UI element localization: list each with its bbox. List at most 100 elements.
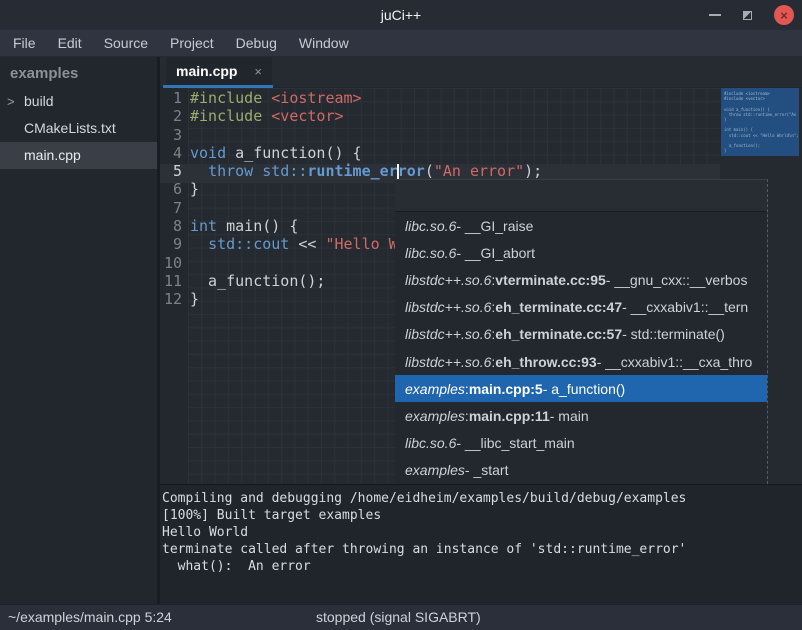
restore-icon[interactable]: [743, 11, 752, 20]
code-segment: [253, 162, 262, 180]
code-segment: throw: [208, 162, 253, 180]
tab-close-icon[interactable]: ×: [254, 64, 262, 79]
title-bar[interactable]: juCi++ ×: [0, 0, 802, 30]
line-number: 10: [160, 254, 186, 272]
code-line-4[interactable]: 4void a_function() {: [160, 144, 802, 162]
code-text: std::cout << "Hello W: [186, 235, 398, 253]
backtrace-item[interactable]: libc.so.6 - __GI_raise: [395, 212, 767, 239]
terminal-line: what(): An error: [162, 558, 802, 575]
backtrace-item[interactable]: examples:main.cpp:11 - main: [395, 402, 767, 429]
menu-item-source[interactable]: Source: [101, 33, 151, 53]
terminal-line: terminate called after throwing an insta…: [162, 541, 802, 558]
sidebar-item-build[interactable]: > build: [0, 88, 157, 115]
code-line-1[interactable]: 1#include <iostream>: [160, 89, 802, 107]
terminal-output: Compiling and debugging /home/eidheim/ex…: [160, 484, 802, 604]
backtrace-item[interactable]: libstdc++.so.6:eh_terminate.cc:47 - __cx…: [395, 294, 767, 321]
menu-item-debug[interactable]: Debug: [233, 33, 280, 53]
line-number: 5: [160, 162, 186, 180]
source-location: vterminate.cc:95: [495, 272, 606, 288]
line-number: 8: [160, 217, 186, 235]
menu-item-edit[interactable]: Edit: [55, 33, 85, 53]
code-segment: a_function();: [190, 272, 325, 290]
library-name: libstdc++.so.6: [405, 326, 491, 342]
code-segment: <<: [289, 235, 325, 253]
debugger-status: stopped (signal SIGABRT): [316, 609, 481, 625]
preview-line: throw std::runtime_error("An error");: [724, 112, 799, 117]
code-line-5[interactable]: 5 throw std::runtime_error("An error");: [160, 162, 802, 180]
code-text: #include <vector>: [186, 107, 344, 125]
backtrace-item[interactable]: libc.so.6 - __GI_abort: [395, 239, 767, 266]
code-text: throw std::runtime_error("An error");: [186, 162, 542, 180]
sidebar-item-cmakelists-txt[interactable]: CMakeLists.txt: [0, 115, 157, 142]
code-segment: }: [190, 180, 199, 198]
library-name: libc.so.6: [405, 245, 456, 261]
code-segment: ror: [398, 162, 425, 180]
code-segment: [262, 89, 271, 107]
line-number: 2: [160, 107, 186, 125]
code-segment: );: [524, 162, 542, 180]
line-number: 9: [160, 235, 186, 253]
expand-chevron-icon[interactable]: >: [7, 88, 15, 115]
code-text: [186, 254, 190, 272]
code-segment: std::cout: [208, 235, 289, 253]
library-name: examples: [405, 408, 465, 424]
code-segment: [262, 107, 271, 125]
code-segment: a_function() {: [226, 144, 361, 162]
backtrace-item[interactable]: libc.so.6 - __libc_start_main: [395, 430, 767, 457]
code-text: int main() {: [186, 217, 298, 235]
backtrace-popup-header: [395, 180, 767, 212]
code-segment: "Hello W: [325, 235, 397, 253]
terminal-line: Compiling and debugging /home/eidheim/ex…: [162, 490, 802, 507]
line-number: 7: [160, 199, 186, 217]
file-label: build: [24, 93, 54, 109]
backtrace-item[interactable]: libstdc++.so.6:vterminate.cc:95 - __gnu_…: [395, 266, 767, 293]
code-segment: runtime_er: [307, 162, 397, 180]
minimize-icon[interactable]: [709, 14, 721, 16]
tab-bar: main.cpp ×: [160, 57, 802, 88]
code-segment: <vector>: [271, 107, 343, 125]
file-label: CMakeLists.txt: [24, 120, 116, 136]
tab-main-cpp[interactable]: main.cpp ×: [166, 57, 272, 85]
library-name: libc.so.6: [405, 218, 456, 234]
code-editor[interactable]: 1#include <iostream>2#include <vector>34…: [160, 88, 802, 484]
library-name: examples: [405, 381, 465, 397]
menu-item-project[interactable]: Project: [167, 33, 217, 53]
menu-item-window[interactable]: Window: [296, 33, 352, 53]
code-segment: <iostream>: [271, 89, 361, 107]
code-segment: #include: [190, 107, 262, 125]
menu-bar: File Edit Source Project Debug Window: [0, 30, 802, 57]
main-area: examples > build CMakeLists.txt main.cpp ma…: [0, 57, 802, 604]
line-number: 11: [160, 272, 186, 290]
code-text: [186, 199, 190, 217]
sidebar-item-main-cpp[interactable]: main.cpp: [0, 142, 157, 169]
code-text: }: [186, 290, 199, 308]
library-name: libstdc++.so.6: [405, 272, 491, 288]
code-segment: int: [190, 217, 217, 235]
source-location: main.cpp:5: [469, 381, 543, 397]
code-text: }: [186, 180, 199, 198]
code-text: void a_function() {: [186, 144, 362, 162]
backtrace-item[interactable]: examples:main.cpp:5 - a_function(): [395, 375, 767, 402]
backtrace-list: libc.so.6 - __GI_raiselibc.so.6 - __GI_a…: [395, 212, 767, 484]
line-number: 3: [160, 126, 186, 144]
code-segment: (: [425, 162, 434, 180]
backtrace-item[interactable]: examples - _start: [395, 457, 767, 484]
file-tree-sidebar: examples >buildCMakeLists.txtmain.cpp: [0, 57, 157, 604]
source-location: eh_terminate.cc:47: [495, 299, 622, 315]
backtrace-item[interactable]: libstdc++.so.6:eh_terminate.cc:57 - std:…: [395, 321, 767, 348]
backtrace-item[interactable]: libstdc++.so.6:eh_throw.cc:93 - __cxxabi…: [395, 348, 767, 375]
code-text: a_function();: [186, 272, 325, 290]
code-line-3[interactable]: 3: [160, 126, 802, 144]
code-line-2[interactable]: 2#include <vector>: [160, 107, 802, 125]
file-location-status: ~/examples/main.cpp 5:24: [8, 609, 172, 625]
file-label: main.cpp: [24, 147, 81, 163]
window-title: juCi++: [381, 7, 421, 23]
editor-column: main.cpp × 1#include <iostream>2#include…: [160, 57, 802, 604]
code-preview-thumbnail: #include <iostream>#include <vector> voi…: [721, 88, 799, 156]
source-location: eh_throw.cc:93: [495, 354, 596, 370]
source-location: eh_terminate.cc:57: [495, 326, 622, 342]
menu-item-file[interactable]: File: [10, 33, 39, 53]
close-icon[interactable]: ×: [774, 5, 794, 25]
library-name: libstdc++.so.6: [405, 299, 491, 315]
code-segment: main() {: [217, 217, 298, 235]
